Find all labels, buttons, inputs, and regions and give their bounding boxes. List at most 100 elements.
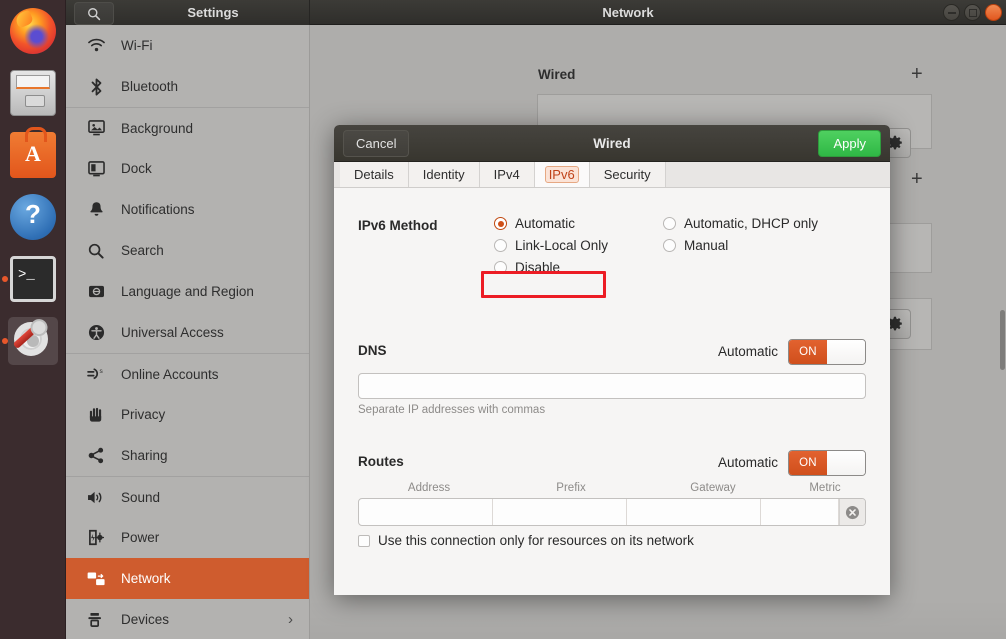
tab-ipv6[interactable]: IPv6 <box>535 162 590 187</box>
radio-indicator <box>494 217 507 230</box>
tab-details[interactable]: Details <box>340 162 409 187</box>
dialog-header: Cancel Wired Apply <box>334 125 890 162</box>
dock-item-firefox[interactable] <box>0 0 66 62</box>
tab-identity[interactable]: Identity <box>409 162 480 187</box>
apply-button[interactable]: Apply <box>818 130 881 157</box>
sidebar-item-language-and-region[interactable]: Language and Region <box>66 271 309 312</box>
add-connection-button[interactable]: + <box>911 169 923 189</box>
sidebar-item-label: Sound <box>121 490 160 505</box>
sidebar-item-label: Devices <box>121 612 169 627</box>
network-icon <box>85 571 107 587</box>
radio-automatic-dhcp-only[interactable]: Automatic, DHCP only <box>663 216 863 231</box>
sidebar-item-background[interactable]: Background <box>66 107 309 148</box>
sidebar-item-sound[interactable]: Sound <box>66 476 309 517</box>
sidebar-item-label: Dock <box>121 161 152 176</box>
sidebar-item-dock[interactable]: Dock <box>66 148 309 189</box>
sidebar-item-online-accounts[interactable]: s Online Accounts <box>66 353 309 394</box>
wifi-icon <box>85 38 107 53</box>
toggle-knob <box>827 451 865 475</box>
tab-ipv4[interactable]: IPv4 <box>480 162 535 187</box>
ubuntu-software-icon <box>10 132 56 178</box>
dns-hint: Separate IP addresses with commas <box>358 404 545 416</box>
dock-item-terminal[interactable] <box>0 248 66 310</box>
add-wired-button[interactable]: + <box>911 64 923 84</box>
routes-automatic-toggle[interactable]: ON <box>788 450 866 476</box>
ubuntu-dock <box>0 0 66 639</box>
dock-item-settings[interactable] <box>0 310 66 372</box>
dock-item-ubuntu-software[interactable] <box>0 124 66 186</box>
search-icon <box>87 7 101 21</box>
firefox-icon <box>10 8 56 54</box>
dns-label: DNS <box>358 343 387 358</box>
search-button[interactable] <box>74 2 114 25</box>
routes-col-address: Address <box>358 482 500 494</box>
language-icon <box>85 284 107 299</box>
accessibility-icon <box>85 324 107 341</box>
help-icon <box>10 194 56 240</box>
toggle-on-label: ON <box>789 340 827 364</box>
settings-icon <box>10 318 56 364</box>
route-gateway-input[interactable] <box>627 499 761 525</box>
sidebar-item-label: Sharing <box>121 448 168 463</box>
sidebar-item-wi-fi[interactable]: Wi-Fi <box>66 25 309 66</box>
vertical-scrollbar[interactable] <box>1000 310 1005 370</box>
ipv6-method-column-2: Automatic, DHCP only Manual <box>663 216 863 260</box>
window-titlebar: Settings Network <box>66 0 1006 25</box>
table-row[interactable] <box>358 498 866 526</box>
tab-security[interactable]: Security <box>590 162 666 187</box>
sidebar-item-label: Search <box>121 243 164 258</box>
sidebar-item-label: Privacy <box>121 407 165 422</box>
route-prefix-input[interactable] <box>493 499 627 525</box>
restrict-connection-checkbox-row[interactable]: Use this connection only for resources o… <box>358 533 694 548</box>
radio-disable[interactable]: Disable <box>494 260 669 275</box>
sidebar-item-privacy[interactable]: Privacy <box>66 394 309 435</box>
dns-automatic-toggle[interactable]: ON <box>788 339 866 365</box>
sidebar-item-universal-access[interactable]: Universal Access <box>66 312 309 353</box>
radio-indicator <box>663 217 676 230</box>
titlebar-left-pane: Settings <box>66 0 310 25</box>
online-accounts-icon: s <box>85 367 107 382</box>
radio-manual[interactable]: Manual <box>663 238 863 253</box>
panel-bottom-shadow <box>310 599 1006 639</box>
dock-item-help[interactable] <box>0 186 66 248</box>
maximize-button[interactable] <box>964 4 981 21</box>
route-address-input[interactable] <box>359 499 493 525</box>
sidebar-item-network[interactable]: Network <box>66 558 309 599</box>
dock-item-files[interactable] <box>0 62 66 124</box>
window-controls <box>943 4 1002 21</box>
dialog-title: Wired <box>334 125 890 162</box>
route-metric-input[interactable] <box>761 499 838 525</box>
sidebar-item-search[interactable]: Search <box>66 230 309 271</box>
sidebar-item-bluetooth[interactable]: Bluetooth <box>66 66 309 107</box>
route-clear-button[interactable] <box>839 499 865 525</box>
routes-col-metric: Metric <box>784 482 866 494</box>
restrict-connection-label: Use this connection only for resources o… <box>378 533 694 548</box>
sidebar-item-label: Online Accounts <box>121 367 219 382</box>
sidebar-item-power[interactable]: Power <box>66 517 309 558</box>
sidebar-item-label: Background <box>121 121 193 136</box>
terminal-icon <box>10 256 56 302</box>
restrict-connection-checkbox[interactable] <box>358 535 370 547</box>
sidebar-item-label: Bluetooth <box>121 79 178 94</box>
sidebar-item-devices[interactable]: Devices › <box>66 599 309 639</box>
sidebar-item-sharing[interactable]: Sharing <box>66 435 309 476</box>
minimize-button[interactable] <box>943 4 960 21</box>
clear-circle-icon <box>845 505 860 520</box>
close-button[interactable] <box>985 4 1002 21</box>
radio-indicator <box>494 261 507 274</box>
ipv6-method-label: IPv6 Method <box>358 218 438 233</box>
dns-servers-input[interactable] <box>358 373 866 399</box>
radio-automatic[interactable]: Automatic <box>494 216 669 231</box>
sidebar-item-notifications[interactable]: Notifications <box>66 189 309 230</box>
sidebar-item-label: Language and Region <box>121 284 254 299</box>
settings-sidebar[interactable]: Wi-Fi Bluetooth <box>66 25 310 639</box>
background-icon <box>85 120 107 136</box>
sidebar-item-label: Network <box>121 571 171 586</box>
radio-link-local-only[interactable]: Link-Local Only <box>494 238 669 253</box>
bell-icon <box>85 201 107 218</box>
dns-automatic-label: Automatic <box>718 344 778 359</box>
files-icon <box>10 70 56 116</box>
privacy-hand-icon <box>85 406 107 423</box>
routes-col-prefix: Prefix <box>500 482 642 494</box>
dock-icon <box>85 161 107 177</box>
